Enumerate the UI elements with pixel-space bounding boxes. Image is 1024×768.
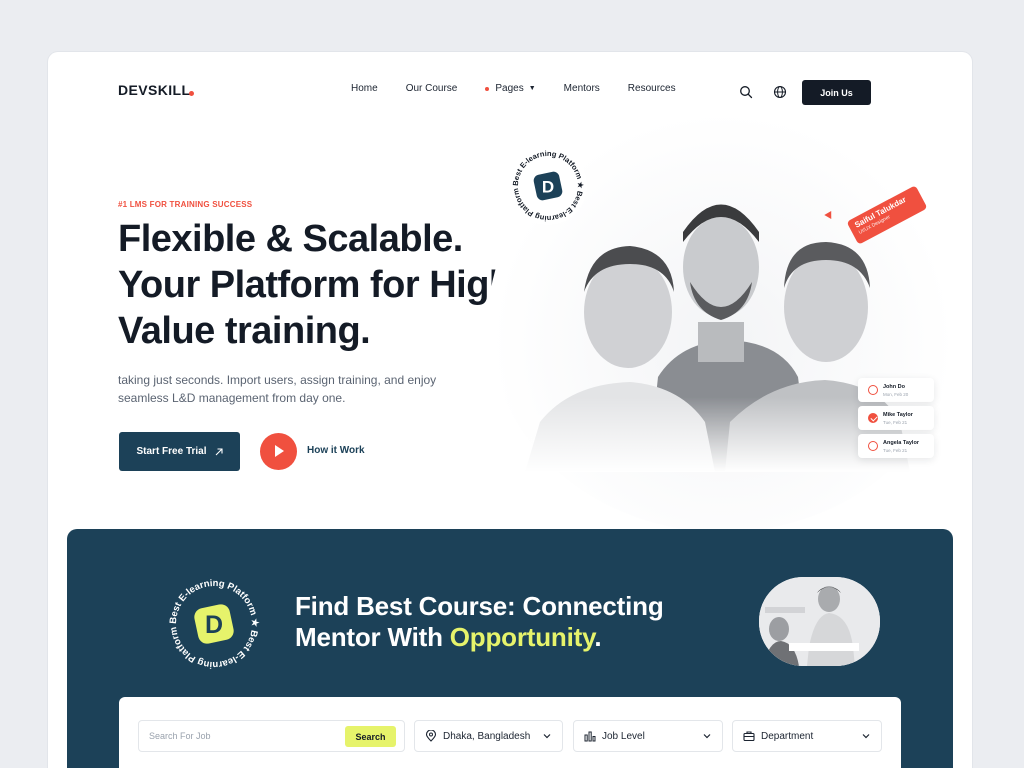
attendee-list: John Do Mon, Feb 20 Mike Taylor Tue, Feb 2…	[858, 378, 934, 462]
hero-eyebrow: #1 LMS FOR TRAINING SUCCESS	[118, 200, 253, 209]
chevron-down-icon	[703, 734, 711, 739]
best-platform-badge-dark: Best E-learning Platform ★ Best E-learni…	[160, 566, 264, 674]
checkbox-icon[interactable]	[868, 441, 878, 451]
nav-pages-label: Pages	[495, 83, 524, 94]
job-level-value: Job Level	[602, 730, 645, 742]
main-menu: Home Our Course Pages ▼ Mentors Resources	[351, 83, 704, 94]
hero-subtext: taking just seconds. Import users, assig…	[118, 371, 468, 407]
active-dot-icon	[485, 86, 490, 91]
nav-our-course-label: Our Course	[405, 83, 458, 94]
play-video-button[interactable]	[260, 433, 297, 470]
attendee-name: Mike Taylor	[883, 411, 913, 418]
search-icon[interactable]	[739, 85, 753, 99]
search-button[interactable]: Search	[345, 726, 396, 747]
nav-pages[interactable]: Pages ▼	[485, 83, 536, 94]
logo-dot-icon	[189, 91, 194, 96]
search-input[interactable]	[149, 731, 339, 741]
join-us-button[interactable]: Join Us	[802, 80, 871, 105]
location-select[interactable]: Dhaka, Bangladesh	[414, 720, 563, 752]
arrow-up-right-icon	[215, 447, 223, 455]
find-title-line-2-end: .	[594, 622, 602, 652]
globe-icon[interactable]	[773, 85, 787, 99]
start-free-trial-button[interactable]: Start Free Trial	[119, 432, 240, 471]
nav-resources-label: Resources	[627, 83, 676, 94]
attendee-date: Tue, Feb 21	[883, 419, 908, 425]
dark-badge-letter: D	[205, 611, 223, 639]
department-value: Department	[761, 730, 814, 742]
nav-home[interactable]: Home	[351, 83, 378, 94]
find-title-line-1: Find Best Course: Connecting	[295, 591, 664, 621]
subtext-line-1: taking just seconds. Import users, assig…	[118, 373, 437, 387]
find-title-line-2: Mentor With Opportunity.	[295, 622, 664, 653]
list-item[interactable]: Mike Taylor Tue, Feb 21	[858, 406, 934, 430]
chevron-down-icon	[543, 734, 551, 739]
top-nav: DEVSKILL Home Our Course Pages ▼ Mentors …	[48, 52, 972, 532]
how-it-work-link[interactable]: How it Work	[307, 445, 365, 456]
attendee-date: Mon, Feb 20	[883, 391, 909, 397]
checkbox-icon[interactable]	[868, 385, 878, 395]
job-level-select[interactable]: Job Level	[573, 720, 723, 752]
bar-chart-icon	[584, 731, 596, 742]
badge-letter: D	[542, 178, 554, 197]
nav-our-course[interactable]: Our Course	[406, 83, 458, 94]
list-item[interactable]: Angela Taylor Tue, Feb 21	[858, 434, 934, 458]
nav-mentors-label: Mentors	[563, 83, 600, 94]
job-search-field: Search	[138, 720, 405, 752]
mentor-pill-photo	[759, 577, 880, 666]
subtext-line-2: seamless L&D management from day one.	[118, 391, 346, 405]
department-select[interactable]: Department	[732, 720, 882, 752]
find-title-line-2-start: Mentor With	[295, 622, 450, 652]
nav-home-label: Home	[351, 83, 378, 94]
list-item[interactable]: John Do Mon, Feb 20	[858, 378, 934, 402]
attendee-name: John Do	[883, 383, 905, 390]
location-value: Dhaka, Bangladesh	[443, 730, 531, 742]
nav-resources[interactable]: Resources	[628, 83, 676, 94]
best-platform-badge: Best E-learning Platform ★ Best E-learni…	[505, 139, 588, 226]
attendee-date: Tue, Feb 21	[883, 447, 908, 453]
chevron-down-icon	[862, 734, 870, 739]
location-pin-icon	[425, 730, 437, 742]
chevron-down-icon: ▼	[528, 85, 536, 92]
nav-mentors[interactable]: Mentors	[564, 83, 600, 94]
checkbox-checked-icon[interactable]	[868, 413, 878, 423]
attendee-name: Angela Taylor	[883, 439, 919, 446]
start-free-trial-label: Start Free Trial	[136, 446, 207, 457]
find-title-highlight: Opportunity	[449, 622, 595, 652]
logo[interactable]: DEVSKILL	[118, 82, 190, 98]
briefcase-icon	[743, 731, 755, 742]
find-course-title: Find Best Course: Connecting Mentor With…	[295, 591, 664, 653]
